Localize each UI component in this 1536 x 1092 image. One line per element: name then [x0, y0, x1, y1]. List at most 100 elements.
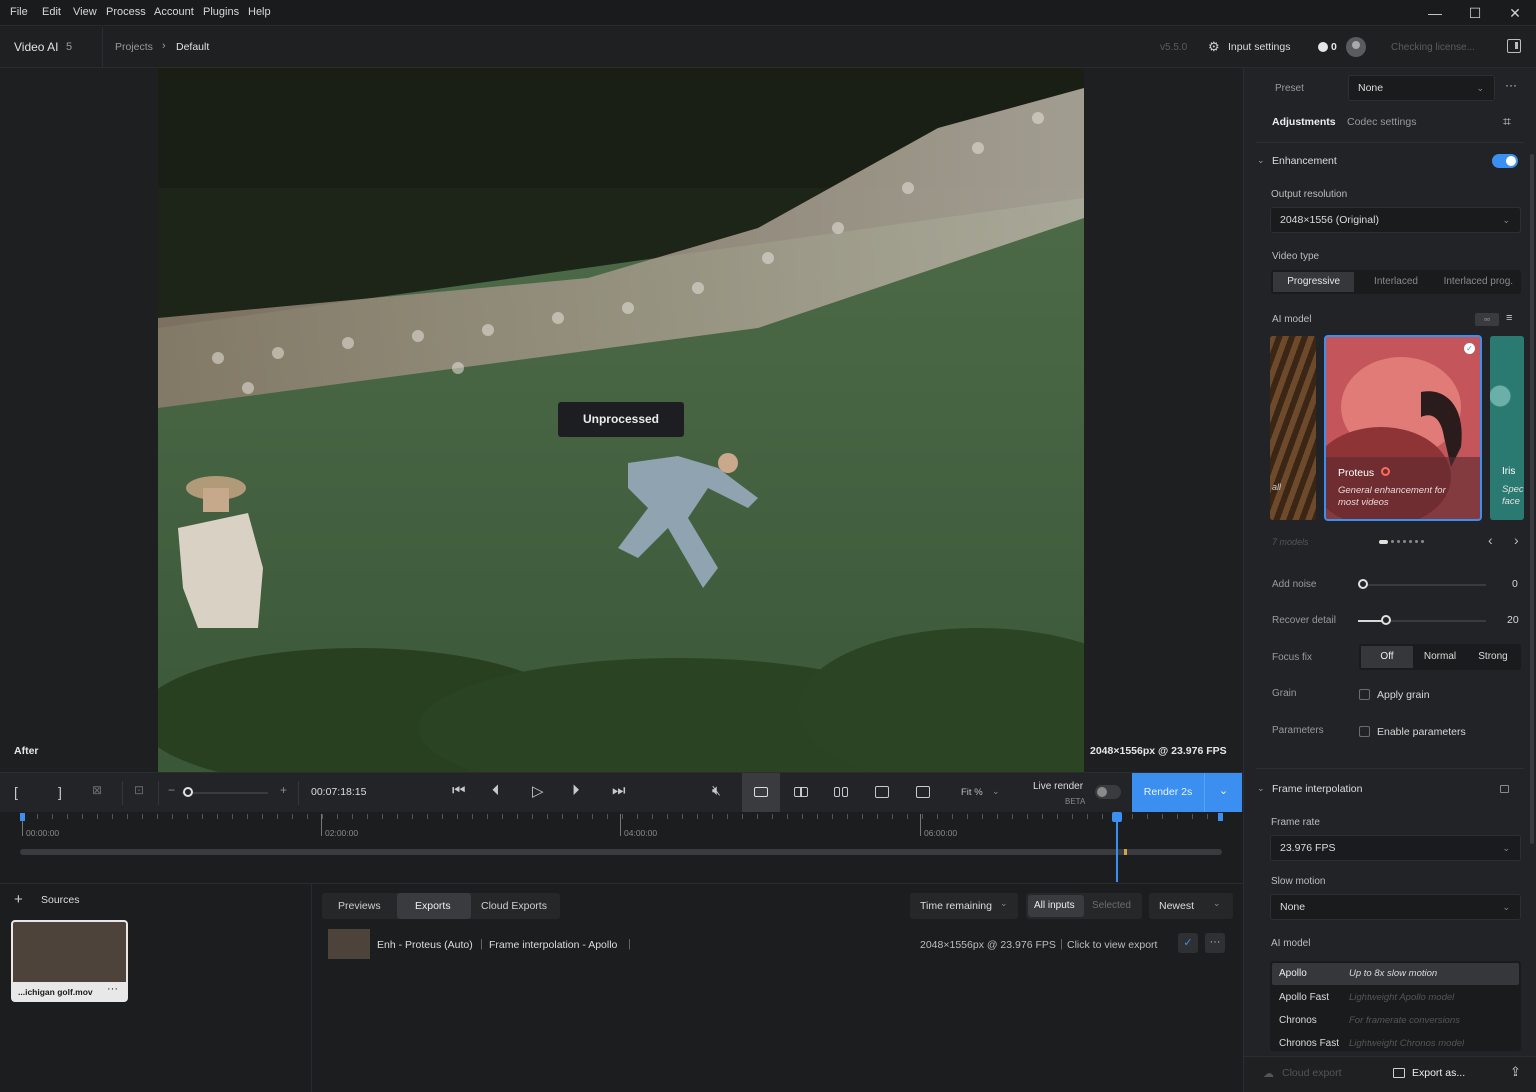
panel-scrollbar[interactable] [1530, 154, 1534, 844]
menu-view[interactable]: View [73, 6, 97, 18]
zoom-dropdown[interactable]: Fit % [961, 787, 983, 798]
export-more-icon[interactable]: ··· [1205, 933, 1225, 953]
carousel-dot[interactable] [1415, 540, 1418, 543]
carousel-dot[interactable] [1403, 540, 1406, 543]
minimize-button[interactable]: — [1420, 3, 1450, 23]
carousel-dots[interactable] [1391, 540, 1431, 544]
tab-adjustments[interactable]: Adjustments [1272, 116, 1336, 128]
list-view-icon[interactable]: ≡ [1506, 312, 1512, 324]
carousel-dot-active[interactable] [1379, 540, 1388, 544]
out-point-marker[interactable] [1218, 813, 1223, 821]
mute-icon[interactable]: 🔇︎ [712, 782, 721, 799]
add-noise-slider[interactable] [1362, 584, 1486, 586]
focus-fix-off[interactable]: Off [1361, 646, 1413, 668]
menu-plugins[interactable]: Plugins [203, 6, 239, 18]
preset-dropdown[interactable]: None ⌄ [1348, 75, 1495, 101]
model-card-prev[interactable]: all [1270, 336, 1316, 520]
tab-previews[interactable]: Previews [338, 900, 381, 912]
compare-view-icon[interactable] [875, 786, 889, 798]
source-more-icon[interactable]: ··· [107, 983, 118, 995]
export-row[interactable]: Enh - Proteus (Auto) | Frame interpolati… [322, 926, 1234, 962]
carousel-prev-icon[interactable]: ‹ [1488, 532, 1493, 548]
play-icon[interactable]: ▷ [532, 782, 544, 800]
timeline-zoom-knob[interactable] [183, 787, 193, 797]
fullscreen-icon[interactable] [916, 786, 930, 798]
mark-in-icon[interactable]: [ [14, 784, 18, 800]
menu-process[interactable]: Process [106, 6, 146, 18]
timeline-track[interactable] [20, 849, 1222, 855]
zoom-in-icon[interactable]: + [280, 783, 287, 797]
live-render-toggle[interactable] [1095, 785, 1121, 799]
share-icon[interactable]: ⇪ [1510, 1064, 1521, 1080]
enhancement-toggle[interactable] [1492, 154, 1518, 168]
tab-codec-settings[interactable]: Codec settings [1347, 116, 1416, 128]
output-resolution-dropdown[interactable]: 2048×1556 (Original) ⌄ [1270, 207, 1521, 233]
video-frame[interactable]: Unprocessed [158, 68, 1084, 772]
mark-out-icon[interactable]: ] [58, 784, 62, 800]
clear-marks-icon[interactable]: ⊠ [92, 783, 102, 797]
add-source-icon[interactable]: + [14, 891, 23, 908]
close-button[interactable]: ✕ [1500, 3, 1530, 23]
carousel-dot[interactable] [1421, 540, 1424, 543]
breadcrumb-projects[interactable]: Projects [115, 41, 153, 53]
recover-detail-knob[interactable] [1381, 615, 1391, 625]
enable-parameters-checkbox[interactable] [1359, 726, 1370, 737]
single-view-button[interactable] [742, 773, 780, 812]
maximize-button[interactable]: ☐ [1460, 3, 1490, 23]
model-card-iris[interactable]: Iris Spec face [1490, 336, 1524, 520]
in-point-marker[interactable] [20, 813, 25, 821]
skip-to-end-icon[interactable]: ⏭ [612, 782, 626, 799]
frame-interp-collapse-icon[interactable]: ⌄ [1257, 783, 1265, 794]
view-export-link[interactable]: Click to view export [1067, 939, 1157, 951]
cloud-export-button[interactable]: Cloud export [1282, 1067, 1342, 1079]
gear-icon[interactable]: ⚙ [1208, 39, 1220, 55]
menu-file[interactable]: File [10, 6, 28, 18]
timeline[interactable]: 00:00:00 02:00:00 04:00:00 06:00:00 [0, 812, 1243, 884]
crop-icon[interactable]: ⌗ [1503, 113, 1511, 130]
side-by-side-icon[interactable] [834, 787, 840, 797]
tab-exports[interactable]: Exports [415, 900, 451, 912]
carousel-dot[interactable] [1397, 540, 1400, 543]
breadcrumb-current[interactable]: Default [176, 41, 209, 53]
video-type-progressive[interactable]: Progressive [1273, 272, 1355, 292]
split-view-icon[interactable] [794, 787, 808, 797]
model-card-proteus[interactable]: ✓ Proteus General enhancement for most v… [1324, 335, 1482, 521]
playhead-handle[interactable] [1112, 812, 1122, 822]
enhancement-collapse-icon[interactable]: ⌄ [1257, 155, 1265, 166]
interp-model-apollo[interactable]: Apollo [1279, 968, 1307, 979]
source-item[interactable]: ...ichigan golf.mov ··· [11, 920, 128, 1002]
menu-account[interactable]: Account [154, 6, 194, 18]
export-as-button[interactable]: Export as... [1412, 1067, 1465, 1079]
frame-rate-dropdown[interactable]: 23.976 FPS ⌄ [1270, 835, 1521, 861]
timecode[interactable]: 00:07:18:15 [311, 786, 366, 798]
render-options-chevron-icon[interactable]: ⌄ [1204, 773, 1242, 812]
tab-cloud-exports[interactable]: Cloud Exports [481, 900, 547, 912]
filter-selected[interactable]: Selected [1092, 900, 1131, 911]
video-type-interlaced-prog[interactable]: Interlaced prog. [1438, 272, 1519, 292]
step-back-icon[interactable]: ⏴ [492, 782, 500, 799]
carousel-dot[interactable] [1409, 540, 1412, 543]
add-noise-knob[interactable] [1358, 579, 1368, 589]
interp-model-chronos[interactable]: Chronos [1279, 1015, 1317, 1026]
carousel-next-icon[interactable]: › [1514, 532, 1519, 548]
grid-view-icon[interactable]: ▫▫ [1475, 313, 1499, 326]
menu-edit[interactable]: Edit [42, 6, 61, 18]
slow-motion-dropdown[interactable]: None ⌄ [1270, 894, 1521, 920]
filter-all-inputs[interactable]: All inputs [1034, 900, 1075, 911]
interp-model-apollo-fast[interactable]: Apollo Fast [1279, 992, 1329, 1003]
menu-help[interactable]: Help [248, 6, 271, 18]
step-forward-icon[interactable]: ⏵ [572, 782, 580, 799]
apply-grain-checkbox[interactable] [1359, 689, 1370, 700]
carousel-dot[interactable] [1391, 540, 1394, 543]
focus-fix-normal[interactable]: Normal [1413, 646, 1467, 668]
render-button[interactable]: Render 2s [1132, 773, 1204, 812]
zoom-to-selection-icon[interactable]: ⊡ [134, 783, 144, 797]
input-settings-button[interactable]: Input settings [1228, 41, 1290, 53]
interp-model-chronos-fast[interactable]: Chronos Fast [1279, 1038, 1339, 1049]
avatar[interactable] [1346, 37, 1366, 57]
focus-fix-strong[interactable]: Strong [1467, 646, 1519, 668]
timeline-zoom-slider[interactable] [182, 792, 268, 794]
skip-to-start-icon[interactable]: ⏮ [452, 782, 466, 799]
video-type-interlaced[interactable]: Interlaced [1354, 272, 1437, 292]
playhead[interactable] [1116, 812, 1118, 882]
